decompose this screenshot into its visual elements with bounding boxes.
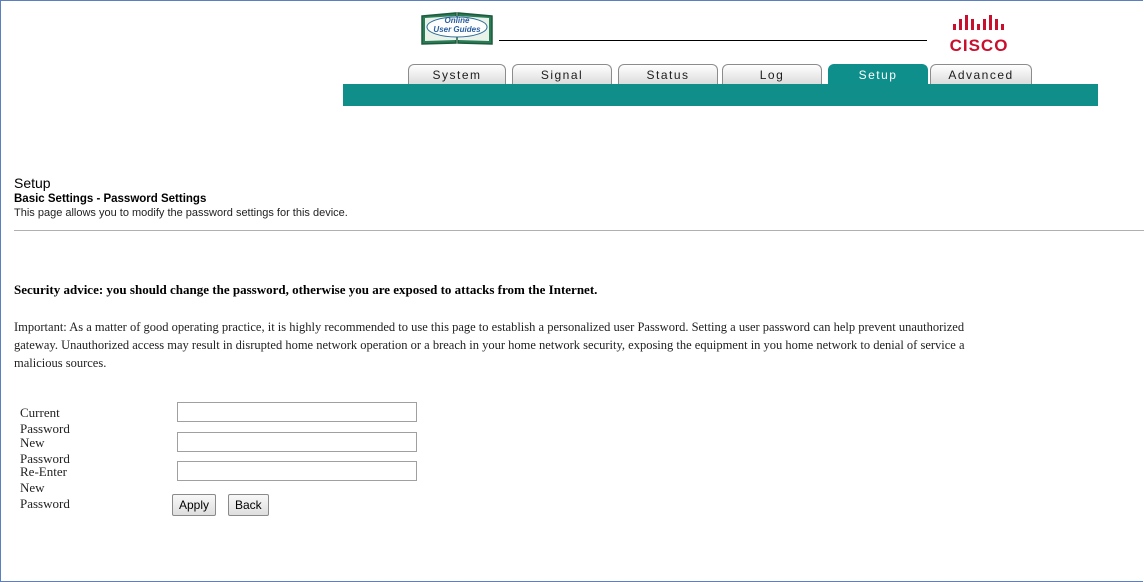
important-line-2: gateway. Unauthorized access may result …: [14, 338, 965, 352]
logo-text-line-1: Online: [444, 16, 470, 25]
header-divider: [499, 40, 927, 41]
cisco-logo: CISCO: [944, 12, 1024, 60]
page-subtitle: Basic Settings - Password Settings: [14, 193, 207, 205]
back-button[interactable]: Back: [228, 494, 269, 516]
important-line-1: Important: As a matter of good operating…: [14, 320, 965, 334]
new-password-label: New Password: [20, 435, 70, 466]
tab-setup[interactable]: Setup: [828, 64, 928, 84]
cisco-bridge-icon: [953, 15, 1004, 30]
reenter-password-label: Re-Enter New Password: [20, 464, 70, 511]
online-user-guides-logo[interactable]: Online User Guides: [418, 10, 496, 46]
security-advice: Security advice: you should change the p…: [14, 282, 598, 297]
tab-advanced[interactable]: Advanced: [930, 64, 1032, 84]
page-description: This page allows you to modify the passw…: [14, 207, 348, 219]
nav-bar: [343, 84, 1098, 106]
cisco-wordmark: CISCO: [949, 36, 1009, 55]
current-password-input[interactable]: [177, 402, 417, 422]
tab-system[interactable]: System: [408, 64, 506, 84]
important-line-3: malicious sources.: [14, 356, 107, 370]
tab-signal[interactable]: Signal: [512, 64, 612, 84]
logo-text-line-2: User Guides: [433, 25, 481, 34]
section-divider: [14, 230, 1144, 231]
important-notice: Important: As a matter of good operating…: [14, 318, 1144, 372]
reenter-password-input[interactable]: [177, 461, 417, 481]
new-password-input[interactable]: [177, 432, 417, 452]
tab-status[interactable]: Status: [618, 64, 718, 84]
tab-log[interactable]: Log: [722, 64, 822, 84]
current-password-label: Current Password: [20, 405, 70, 436]
page-title: Setup: [14, 175, 51, 191]
apply-button[interactable]: Apply: [172, 494, 217, 516]
